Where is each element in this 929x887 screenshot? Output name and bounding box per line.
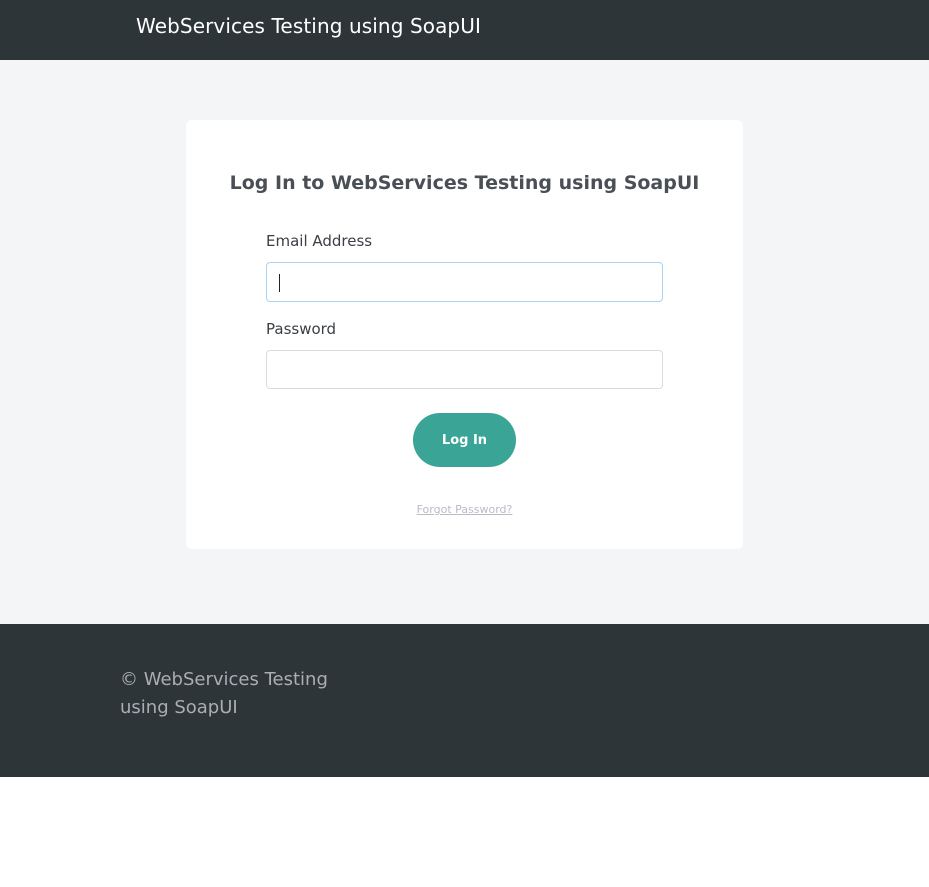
email-field[interactable] bbox=[266, 262, 663, 302]
login-title: Log In to WebServices Testing using Soap… bbox=[229, 172, 700, 194]
login-card: Log In to WebServices Testing using Soap… bbox=[186, 120, 743, 549]
main-content: Log In to WebServices Testing using Soap… bbox=[0, 60, 929, 624]
password-label: Password bbox=[266, 320, 337, 338]
email-label: Email Address bbox=[266, 232, 373, 250]
site-title[interactable]: WebServices Testing using SoapUI bbox=[136, 14, 481, 38]
forgot-password-link[interactable]: Forgot Password? bbox=[186, 503, 743, 516]
password-field[interactable] bbox=[266, 350, 663, 389]
text-caret bbox=[279, 274, 280, 292]
site-header: WebServices Testing using SoapUI bbox=[0, 0, 929, 60]
login-button[interactable]: Log In bbox=[413, 413, 516, 467]
site-footer: © WebServices Testing using SoapUI bbox=[0, 624, 929, 777]
copyright-text: © WebServices Testing using SoapUI bbox=[120, 669, 328, 718]
